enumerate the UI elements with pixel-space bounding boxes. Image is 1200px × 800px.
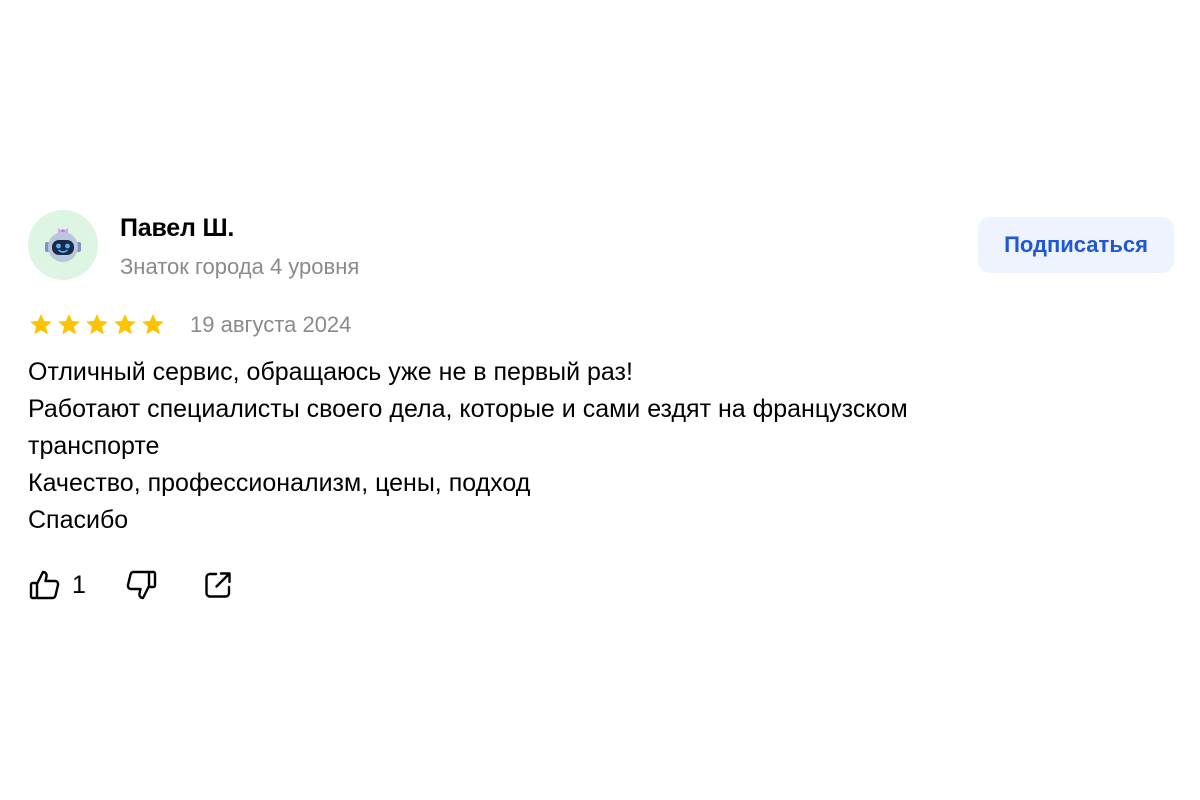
review-card: Павел Ш. Знаток города 4 уровня Подписат… <box>28 210 1174 600</box>
review-text-line: Отличный сервис, обращаюсь уже не в перв… <box>28 358 633 386</box>
star-icon <box>112 312 138 338</box>
author-name[interactable]: Павел Ш. <box>120 214 234 243</box>
star-icon <box>84 312 110 338</box>
star-icon <box>140 312 166 338</box>
thumbs-down-icon <box>126 570 157 600</box>
robot-avatar-icon <box>45 228 81 262</box>
star-rating <box>28 312 166 338</box>
share-icon <box>205 572 231 598</box>
review-text-line: Работают специалисты своего дела, которы… <box>28 395 908 423</box>
review-header: Павел Ш. Знаток города 4 уровня Подписат… <box>28 210 1174 282</box>
subscribe-button[interactable]: Подписаться <box>978 217 1174 273</box>
author-level: Знаток города 4 уровня <box>120 254 360 279</box>
like-button[interactable]: 1 <box>28 568 86 602</box>
review-text-line: Качество, профессионализм, цены, подход <box>28 469 531 497</box>
star-icon <box>28 312 54 338</box>
review-text-line: Спасибо <box>28 506 129 534</box>
like-count: 1 <box>72 570 86 599</box>
thumbs-up-icon <box>29 570 60 600</box>
rating-row: 19 августа 2024 <box>28 310 351 340</box>
avatar[interactable] <box>28 210 98 280</box>
review-date: 19 августа 2024 <box>190 312 352 337</box>
dislike-button[interactable] <box>124 568 158 602</box>
star-icon <box>56 312 82 338</box>
review-actions: 1 <box>28 565 234 605</box>
review-text: Отличный сервис, обращаюсь уже не в перв… <box>28 354 1174 539</box>
review-text-line: транспорте <box>28 432 160 460</box>
share-button[interactable] <box>202 569 234 601</box>
